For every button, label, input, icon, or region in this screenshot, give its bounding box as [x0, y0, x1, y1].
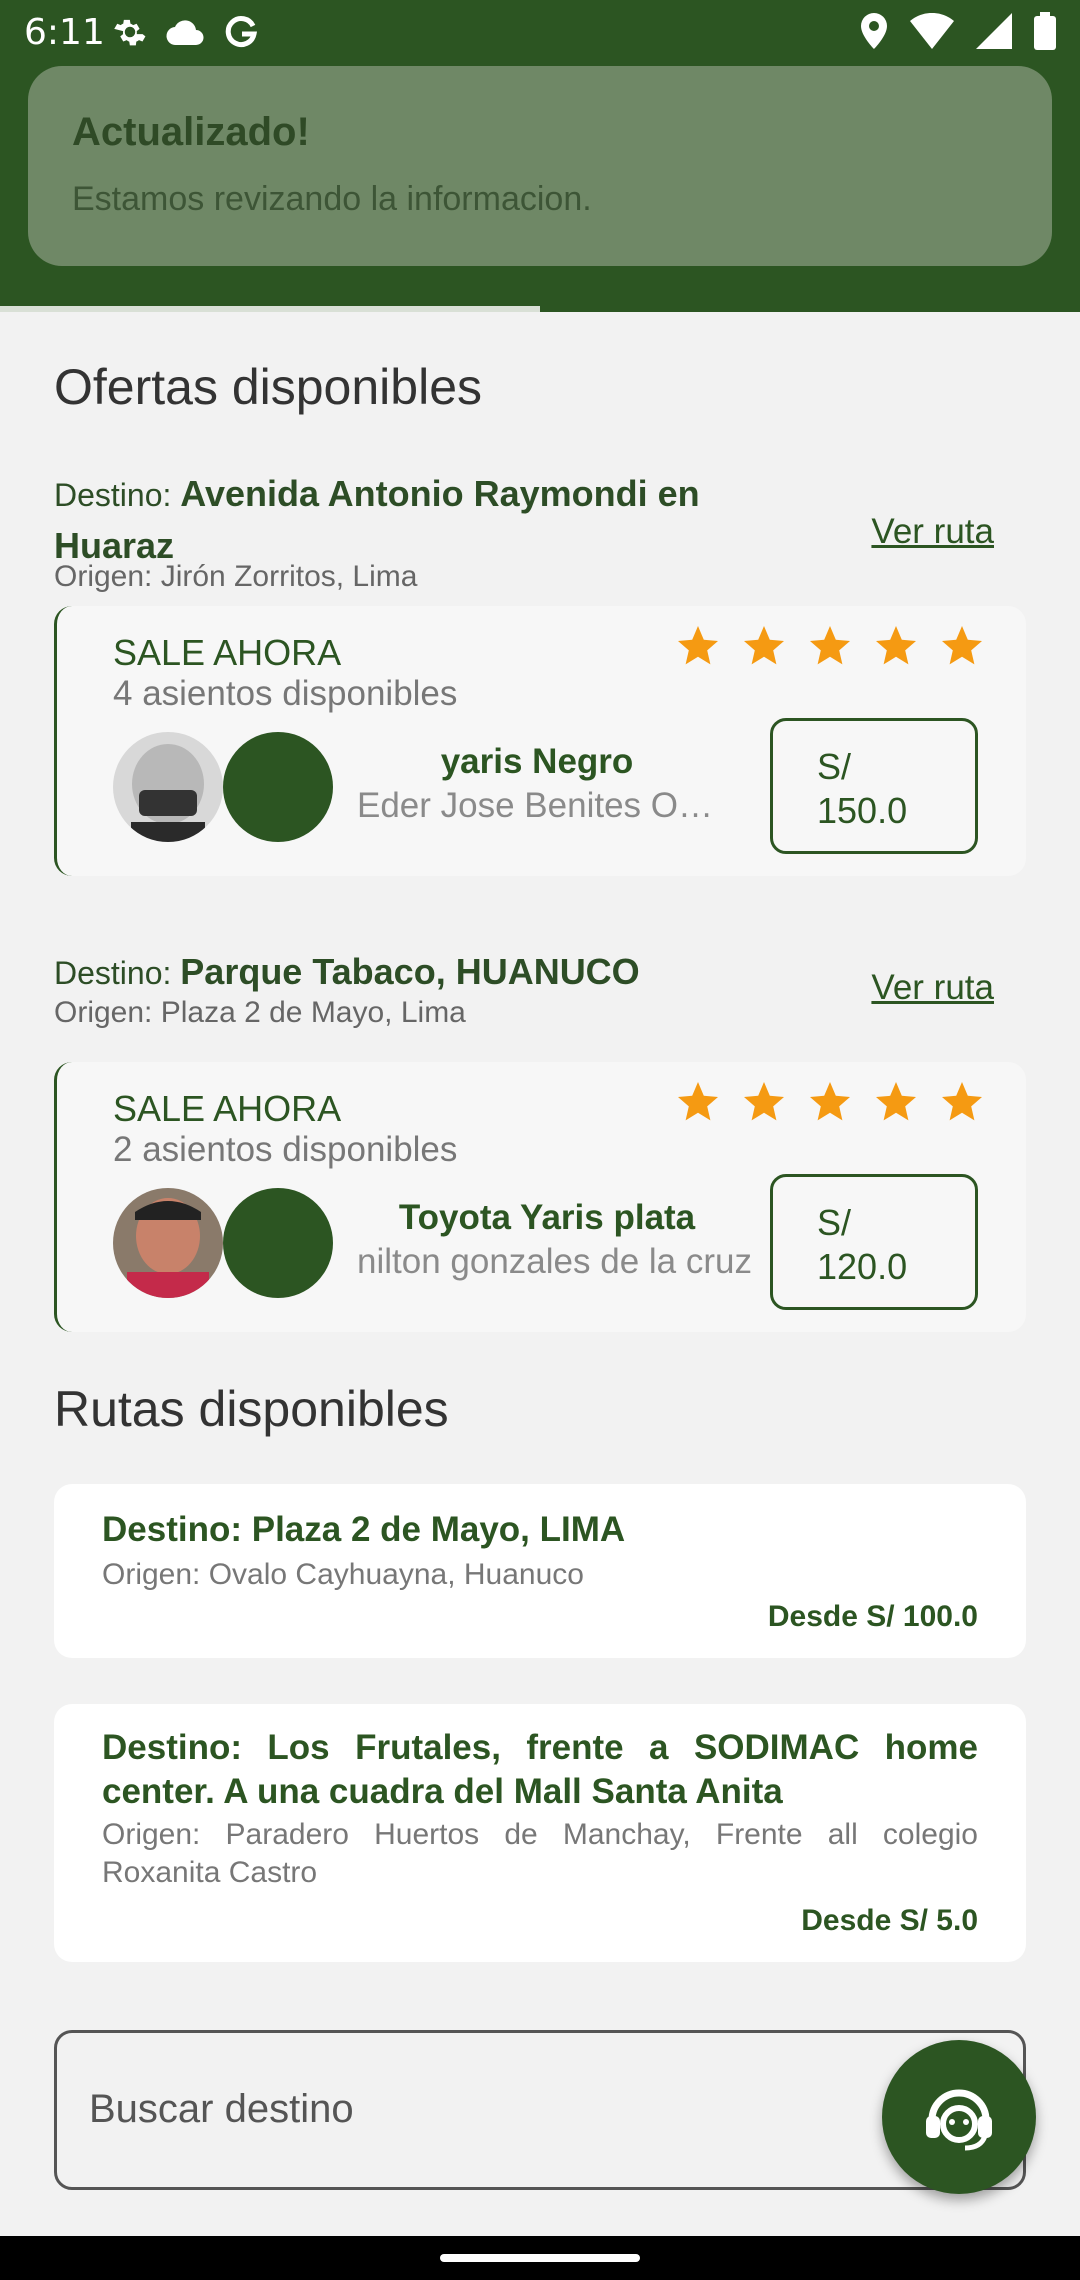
rating-stars: [674, 622, 986, 670]
toast-message: Estamos revizando la informacion.: [72, 180, 592, 218]
star-icon: [876, 626, 916, 665]
star-icon: [810, 1082, 850, 1121]
ver-ruta-link[interactable]: Ver ruta: [871, 968, 994, 1008]
cloud-icon: [166, 20, 204, 46]
vehicle-name: Toyota Yaris plata: [398, 1198, 696, 1237]
search-placeholder: Buscar destino: [89, 2087, 354, 2131]
offer-destination: Destino: Parque Tabaco, HUANUCO: [54, 951, 640, 992]
star-icon: [678, 1082, 718, 1121]
tab-indicator: [0, 306, 540, 312]
home-gesture-handle[interactable]: [440, 2254, 640, 2262]
driver-avatar: [113, 732, 223, 842]
route-destination: Destino: Los Frutales, frente a SODIMAC …: [102, 1728, 978, 1811]
departure-status: SALE AHORA: [113, 632, 342, 673]
wifi-icon: [910, 13, 954, 49]
departure-status: SALE AHORA: [113, 1088, 342, 1129]
offers-title: Ofertas disponibles: [54, 359, 483, 415]
vehicle-avatar: [223, 732, 333, 842]
star-icon: [744, 626, 784, 665]
vehicle-name: yaris Negro: [440, 742, 634, 781]
offer-card[interactable]: SALE AHORA 4 asientos disponibles yaris …: [54, 606, 1026, 876]
star-icon: [876, 1082, 916, 1121]
star-icon: [744, 1082, 784, 1121]
price-button[interactable]: S/ 150.0: [770, 718, 978, 854]
system-nav-bar: [0, 2236, 1080, 2280]
star-icon: [942, 1082, 982, 1121]
star-icon: [678, 626, 718, 665]
rating-stars: [674, 1078, 986, 1126]
support-button[interactable]: [882, 2040, 1036, 2194]
route-price: Desde S/ 100.0: [767, 1600, 978, 1633]
route-card[interactable]: Destino: Los Frutales, frente a SODIMAC …: [54, 1704, 1026, 1962]
price-button[interactable]: S/ 120.0: [770, 1174, 978, 1310]
route-destination: Destino: Plaza 2 de Mayo, LIMA: [102, 1510, 626, 1549]
ver-ruta-link[interactable]: Ver ruta: [871, 512, 994, 552]
route-origin: Origen: Paradero Huertos de Manchay, Fre…: [102, 1818, 978, 1889]
google-icon: [225, 16, 258, 48]
status-time: 6:11: [24, 12, 105, 53]
search-destination-field[interactable]: Buscar destino: [54, 2030, 1026, 2190]
toast-title: Actualizado!: [72, 110, 310, 154]
route-price: Desde S/ 5.0: [801, 1904, 978, 1937]
seats-available: 4 asientos disponibles: [113, 674, 458, 713]
driver-avatar: [113, 1188, 223, 1298]
route-card[interactable]: Destino: Plaza 2 de Mayo, LIMA Origen: O…: [54, 1484, 1026, 1658]
offer-card[interactable]: SALE AHORA 2 asientos disponibles Toyota…: [54, 1062, 1026, 1332]
settings-icon: [114, 19, 146, 46]
offer-origin: Origen: Jirón Zorritos, Lima: [54, 560, 418, 593]
star-icon: [810, 626, 850, 665]
signal-icon: [976, 13, 1012, 49]
routes-title: Rutas disponibles: [54, 1381, 449, 1437]
vehicle-avatar: [223, 1188, 333, 1298]
support-agent-icon: [926, 2089, 992, 2151]
status-bar: 6:11: [0, 0, 1080, 64]
route-origin: Origen: Ovalo Cayhuayna, Huanuco: [102, 1558, 584, 1591]
driver-name: Eder Jose Benites Ortiz: [357, 786, 717, 825]
battery-icon: [1034, 12, 1056, 50]
driver-name: nilton gonzales de la cruz: [357, 1242, 752, 1281]
seats-available: 2 asientos disponibles: [113, 1130, 458, 1169]
update-toast: Actualizado! Estamos revizando la inform…: [28, 66, 1052, 266]
location-icon: [861, 13, 887, 49]
star-icon: [942, 626, 982, 665]
offer-origin: Origen: Plaza 2 de Mayo, Lima: [54, 996, 466, 1029]
